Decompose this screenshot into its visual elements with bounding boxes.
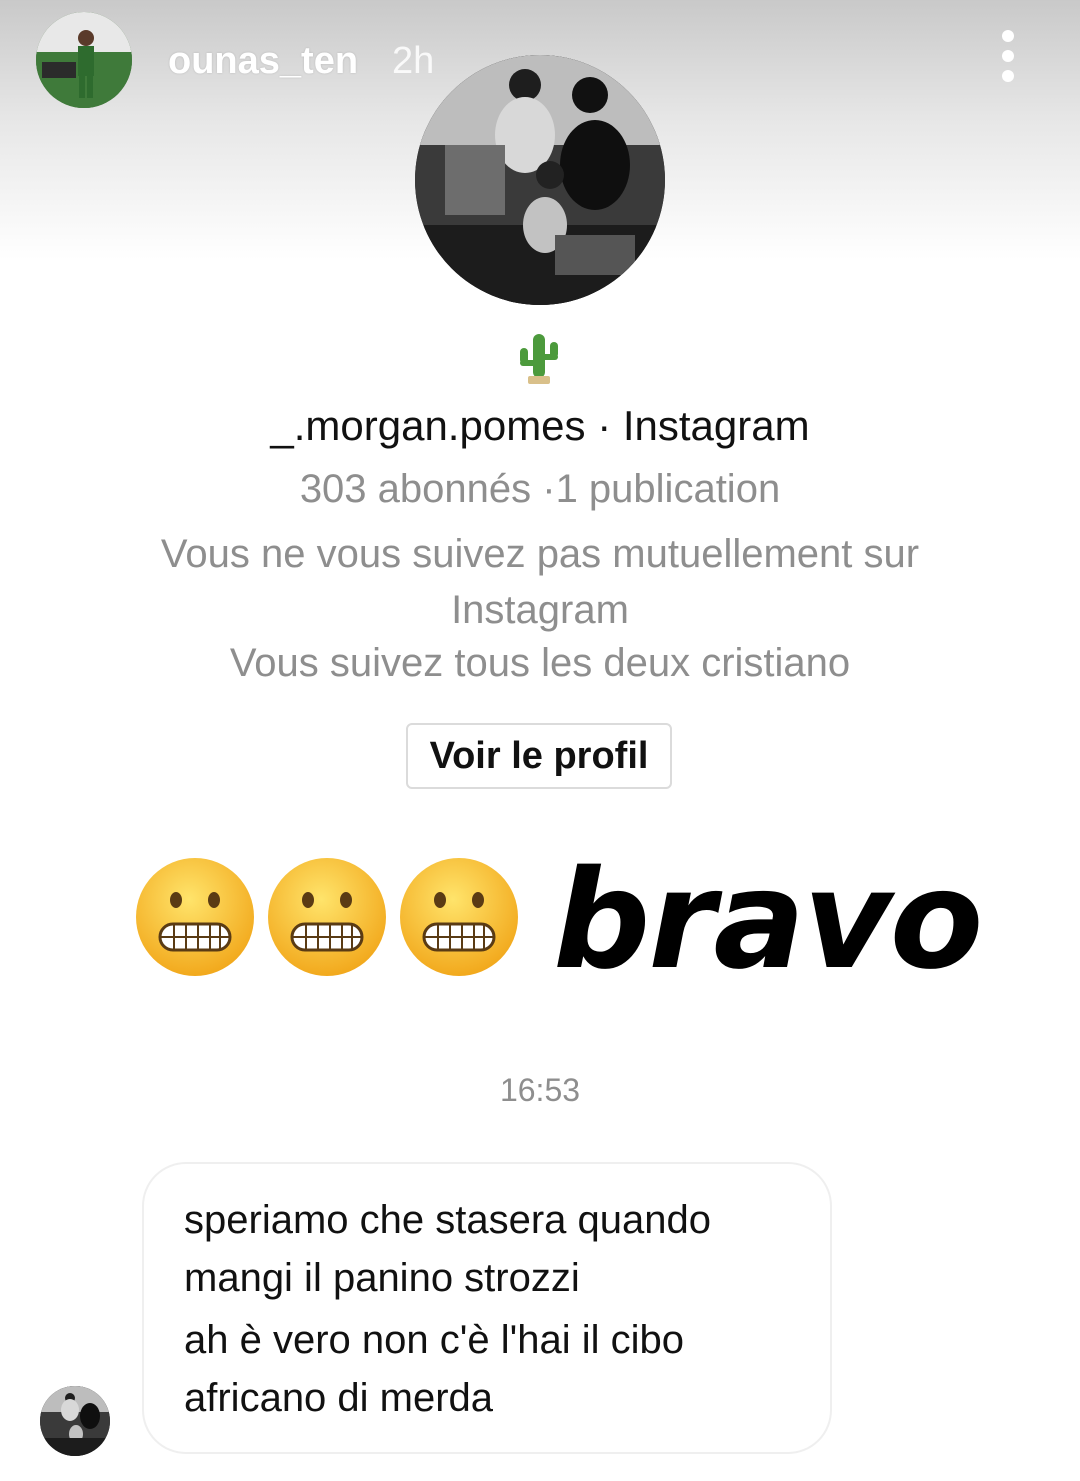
more-options-icon[interactable] <box>992 30 1024 86</box>
story-author-avatar[interactable] <box>36 12 132 108</box>
story-timestamp: 2h <box>392 40 435 82</box>
message-line: ah è vero non c'è l'hai il cibo <box>184 1318 685 1362</box>
view-profile-button[interactable]: Voir le profil <box>406 723 672 789</box>
profile-stats: 303 abonnés ·1 publication <box>299 467 781 511</box>
common-follow-info: Vous suivez tous les deux cristiano <box>229 641 851 685</box>
sender-avatar[interactable] <box>40 1386 110 1456</box>
mutual-follow-status: Vous ne vous suivez pas mutuellement sur… <box>160 532 920 632</box>
message-line: speriamo che stasera quando <box>184 1198 711 1242</box>
grimacing-face-icon <box>398 856 520 978</box>
grimacing-face-icon <box>134 856 256 978</box>
message-bubble[interactable]: speriamo che stasera quando mangi il pan… <box>142 1162 832 1454</box>
bravo-sticker-text: bravo <box>553 842 983 1000</box>
profile-name: _.morgan.pomes · Instagram <box>270 402 810 449</box>
message-timestamp: 16:53 <box>499 1072 581 1108</box>
story-username[interactable]: ounas_ten <box>168 40 358 83</box>
grimacing-face-icon <box>266 856 388 978</box>
message-line: mangi il panino strozzi <box>184 1256 580 1300</box>
message-line: africano di merda <box>184 1376 494 1420</box>
cactus-icon <box>516 330 562 386</box>
profile-photo <box>415 55 665 305</box>
